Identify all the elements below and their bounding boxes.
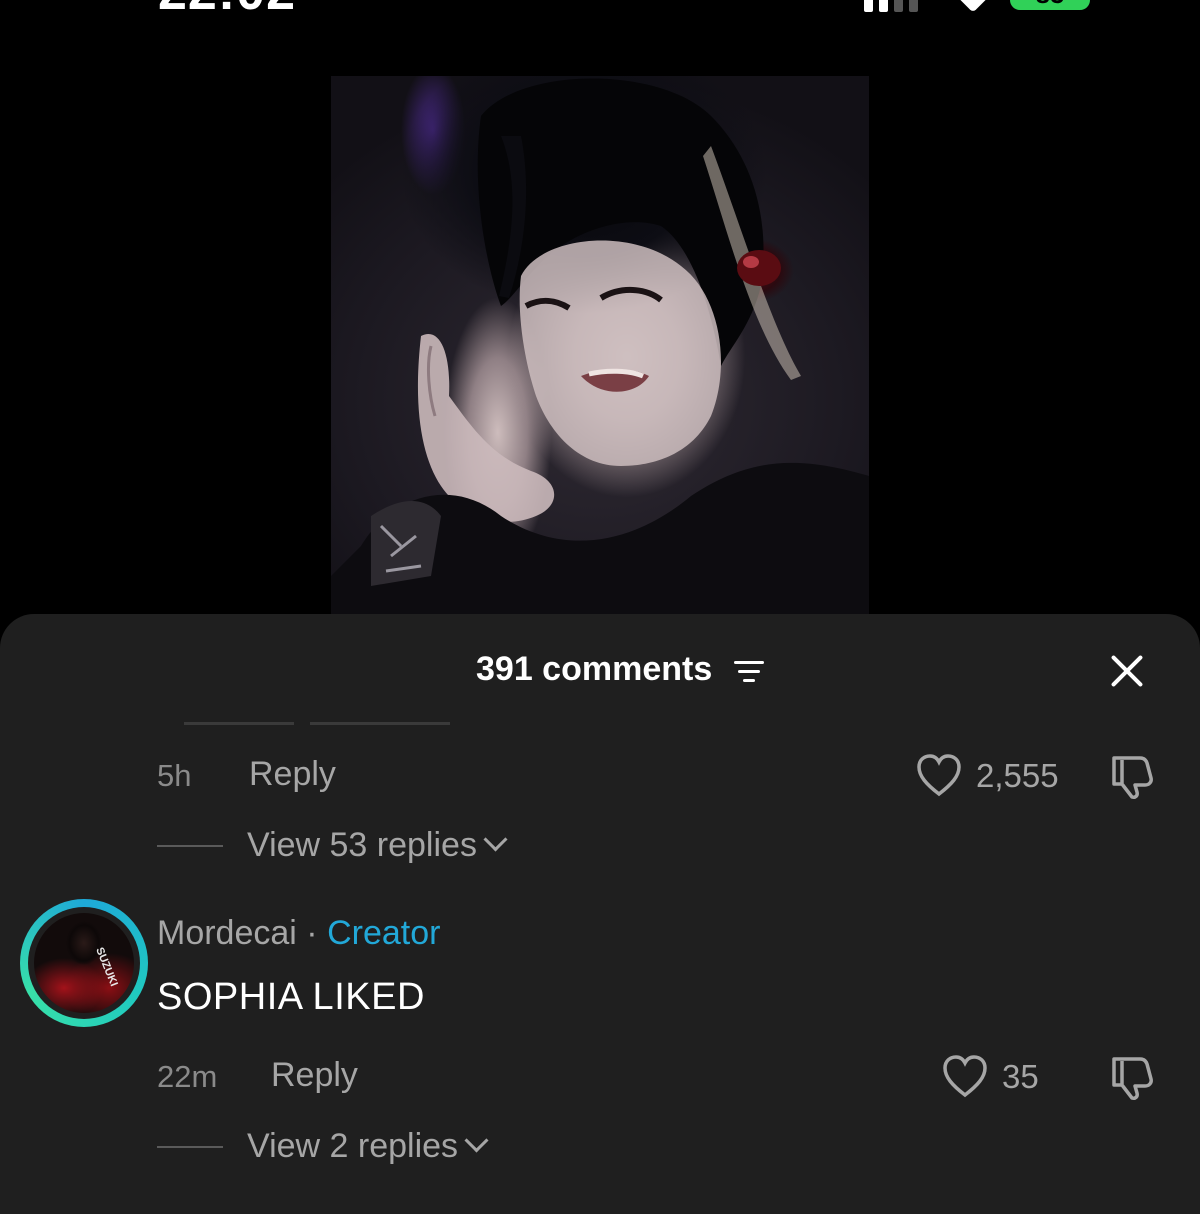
view-replies-label: View 2 replies bbox=[247, 1127, 459, 1165]
cropped-text-remnant bbox=[310, 722, 450, 725]
avatar[interactable]: SUZUKI bbox=[20, 899, 148, 1027]
chevron-down-icon bbox=[464, 1128, 489, 1153]
view-replies-button[interactable]: View 53 replies bbox=[247, 826, 508, 865]
dislike-icon[interactable] bbox=[1108, 1055, 1156, 1101]
comment-text: SOPHIA LIKED bbox=[157, 976, 425, 1018]
signal-icon bbox=[864, 0, 918, 12]
battery-icon: 85 bbox=[1010, 0, 1090, 10]
comment-time: 5h bbox=[157, 758, 192, 793]
video-frame-image bbox=[331, 78, 869, 616]
heart-icon[interactable] bbox=[942, 1055, 988, 1099]
comment-time: 22m bbox=[157, 1059, 218, 1094]
view-replies-button[interactable]: View 2 replies bbox=[247, 1127, 489, 1166]
avatar-image: SUZUKI bbox=[34, 913, 134, 1013]
cropped-text-remnant bbox=[184, 722, 294, 725]
video-player[interactable] bbox=[331, 76, 869, 616]
like-count: 2,555 bbox=[976, 757, 1059, 794]
separator-dot: · bbox=[306, 914, 318, 952]
comments-sheet: 391 comments 5h Reply 2,555 View 53 repl… bbox=[0, 614, 1200, 1214]
view-replies-label: View 53 replies bbox=[247, 826, 477, 864]
avatar-jacket-text: SUZUKI bbox=[93, 945, 120, 989]
sort-icon[interactable] bbox=[734, 661, 764, 685]
status-time: 22:02 bbox=[158, 0, 296, 22]
reply-button[interactable]: Reply bbox=[271, 1056, 358, 1095]
creator-badge: Creator bbox=[327, 914, 441, 952]
comment-count: 391 comments bbox=[476, 650, 713, 688]
like-count: 35 bbox=[1002, 1058, 1039, 1095]
comment-author[interactable]: Mordecai · Creator bbox=[157, 914, 440, 953]
wifi-icon bbox=[957, 0, 989, 13]
chevron-down-icon bbox=[483, 827, 508, 852]
dislike-icon[interactable] bbox=[1108, 754, 1156, 800]
username: Mordecai bbox=[157, 914, 297, 952]
replies-divider bbox=[157, 1146, 223, 1148]
reply-button[interactable]: Reply bbox=[249, 755, 336, 794]
heart-icon[interactable] bbox=[916, 754, 962, 798]
close-icon[interactable] bbox=[1108, 652, 1146, 690]
replies-divider bbox=[157, 845, 223, 847]
sheet-header: 391 comments bbox=[0, 614, 1200, 730]
